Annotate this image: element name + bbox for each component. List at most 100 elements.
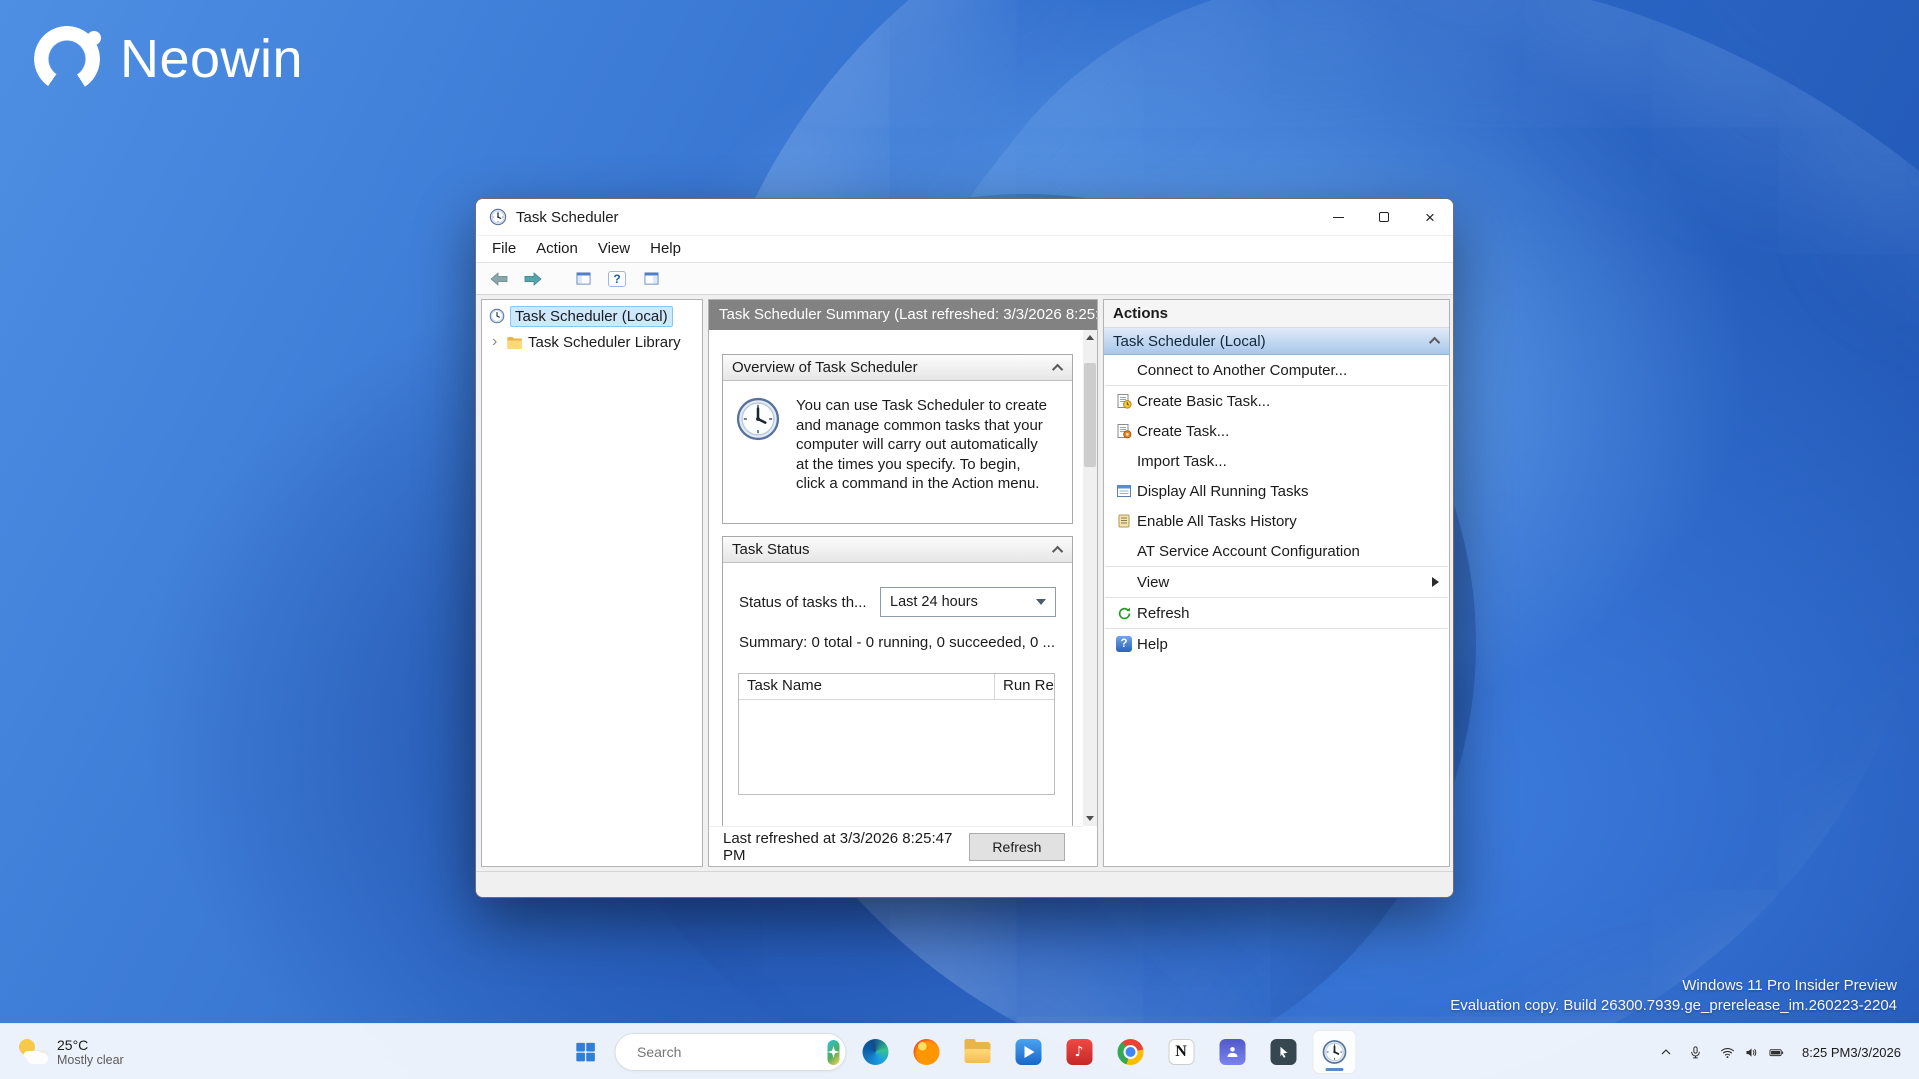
window-content: Task Scheduler (Local) › Task Scheduler … (476, 295, 1453, 871)
action-label: Refresh (1137, 604, 1190, 622)
maximize-button[interactable] (1361, 199, 1407, 235)
create-basic-task-icon (1111, 393, 1137, 409)
refresh-icon (1111, 606, 1137, 621)
chrome-icon[interactable] (1108, 1030, 1152, 1074)
tasks-history-icon (1111, 513, 1137, 529)
start-button[interactable] (563, 1030, 607, 1074)
desktop: Neowin Windows 11 Pro Insider Preview Ev… (0, 0, 1919, 1079)
action-enable-all-tasks-history[interactable]: Enable All Tasks History (1104, 506, 1449, 536)
back-button[interactable] (486, 267, 512, 291)
windows-logo-icon (575, 1042, 595, 1062)
watermark-build: Evaluation copy. Build 26300.7939.ge_pre… (1450, 997, 1897, 1014)
help-toolbar-button[interactable]: ? (604, 267, 630, 291)
scroll-up-button[interactable] (1083, 330, 1097, 345)
expand-chevron-icon[interactable]: › (492, 334, 506, 350)
teams-icon[interactable] (1210, 1030, 1254, 1074)
action-display-all-running-tasks[interactable]: Display All Running Tasks (1104, 476, 1449, 506)
action-label: AT Service Account Configuration (1137, 542, 1360, 560)
column-header-task-name[interactable]: Task Name (739, 674, 995, 699)
firefox-icon[interactable] (904, 1030, 948, 1074)
action-refresh[interactable]: Refresh (1104, 598, 1449, 628)
task-status-title: Task Status (732, 541, 810, 558)
overview-description: You can use Task Scheduler to create and… (796, 397, 1048, 492)
action-create-basic-task[interactable]: Create Basic Task... (1104, 386, 1449, 416)
status-of-tasks-label: Status of tasks th... (739, 593, 867, 611)
collapse-chevron-icon[interactable] (1051, 363, 1064, 375)
search-input[interactable] (637, 1044, 818, 1060)
collapse-chevron-icon[interactable] (1428, 336, 1441, 349)
time-range-dropdown[interactable]: Last 24 hours (880, 587, 1056, 617)
minimize-button[interactable] (1315, 199, 1361, 235)
action-pane-icon (643, 272, 659, 285)
action-label: View (1137, 573, 1170, 591)
close-button[interactable]: × (1407, 199, 1453, 235)
action-connect-to-another-computer[interactable]: Connect to Another Computer... (1104, 355, 1449, 385)
task-status-section: Task Status Status of tasks th... Last 2… (722, 536, 1073, 826)
show-console-tree-button[interactable] (570, 267, 596, 291)
speaker-icon (1746, 1047, 1757, 1057)
edge-icon[interactable] (853, 1030, 897, 1074)
weather-widget[interactable]: 25°C Mostly clear (12, 1024, 130, 1079)
scrollbar-thumb[interactable] (1084, 363, 1096, 467)
tree-item-task-scheduler-local[interactable]: Task Scheduler (Local) (482, 304, 702, 328)
search-box[interactable] (614, 1033, 846, 1071)
refresh-button[interactable]: Refresh (968, 832, 1065, 861)
action-import-task[interactable]: Import Task... (1104, 446, 1449, 476)
action-help[interactable]: ? Help (1104, 629, 1449, 659)
task-scheduler-app-icon (489, 208, 507, 226)
tree-item-task-scheduler-library[interactable]: › Task Scheduler Library (482, 330, 702, 354)
summary-pane: Task Scheduler Summary (Last refreshed: … (708, 299, 1098, 867)
window-status-bar (476, 871, 1453, 897)
system-tray: 8:25 PM 3/3/2026 (1652, 1024, 1909, 1079)
task-scheduler-taskbar-icon[interactable] (1312, 1030, 1356, 1074)
taskbar-center: ♪ N (563, 1024, 1356, 1079)
microphone-tray-button[interactable] (1682, 1032, 1709, 1072)
menu-file[interactable]: File (482, 235, 526, 263)
action-label: Enable All Tasks History (1137, 512, 1297, 530)
overview-section-header[interactable]: Overview of Task Scheduler (723, 355, 1072, 381)
gray-app-icon[interactable] (1261, 1030, 1305, 1074)
file-explorer-icon[interactable] (955, 1030, 999, 1074)
collapse-chevron-icon[interactable] (1051, 545, 1064, 557)
tray-overflow-button[interactable] (1652, 1032, 1680, 1072)
close-icon: × (1425, 207, 1435, 227)
action-create-task[interactable]: Create Task... (1104, 416, 1449, 446)
vertical-scrollbar[interactable] (1083, 330, 1097, 826)
actions-group-task-scheduler-local[interactable]: Task Scheduler (Local) (1104, 328, 1449, 355)
weather-condition: Mostly clear (57, 1053, 124, 1067)
back-arrow-icon (490, 271, 508, 286)
forward-button[interactable] (520, 267, 546, 291)
column-header-run-result[interactable]: Run Resu (995, 674, 1054, 699)
action-label: Create Task... (1137, 422, 1230, 440)
network-volume-battery-group[interactable] (1711, 1032, 1794, 1072)
tree-item-label[interactable]: Task Scheduler (Local) (510, 305, 673, 327)
menu-help[interactable]: Help (640, 235, 691, 263)
overview-section: Overview of Task Scheduler You can use T… (722, 354, 1073, 524)
red-app-icon[interactable]: ♪ (1057, 1030, 1101, 1074)
actions-pane: Actions Task Scheduler (Local) Connect t… (1103, 299, 1450, 867)
tree-item-label[interactable]: Task Scheduler Library (528, 334, 681, 351)
action-label: Display All Running Tasks (1137, 482, 1309, 500)
running-indicator (1325, 1068, 1343, 1071)
show-action-pane-button[interactable] (638, 267, 664, 291)
notion-icon[interactable]: N (1159, 1030, 1203, 1074)
neowin-logo: Neowin (34, 26, 303, 92)
maximize-icon (1379, 212, 1389, 222)
scroll-down-button[interactable] (1083, 811, 1097, 826)
search-highlights-icon[interactable] (827, 1039, 839, 1065)
titlebar[interactable]: Task Scheduler × (476, 199, 1453, 235)
toolbar: ? (476, 263, 1453, 295)
blue-app-icon[interactable] (1006, 1030, 1050, 1074)
clock-widget[interactable]: 8:25 PM 3/3/2026 (1796, 1032, 1909, 1072)
watermark-edition: Windows 11 Pro Insider Preview (1682, 977, 1897, 994)
action-view[interactable]: View (1104, 567, 1449, 597)
action-label: Connect to Another Computer... (1137, 361, 1348, 379)
task-scheduler-window: Task Scheduler × File Action View Help ?… (475, 198, 1454, 898)
action-at-service-account-configuration[interactable]: AT Service Account Configuration (1104, 536, 1449, 566)
actions-group-label: Task Scheduler (Local) (1113, 332, 1266, 350)
menu-action[interactable]: Action (526, 235, 588, 263)
task-status-section-header[interactable]: Task Status (723, 537, 1072, 563)
menu-bar: File Action View Help (476, 235, 1453, 263)
display-running-tasks-icon (1111, 483, 1137, 499)
menu-view[interactable]: View (588, 235, 640, 263)
